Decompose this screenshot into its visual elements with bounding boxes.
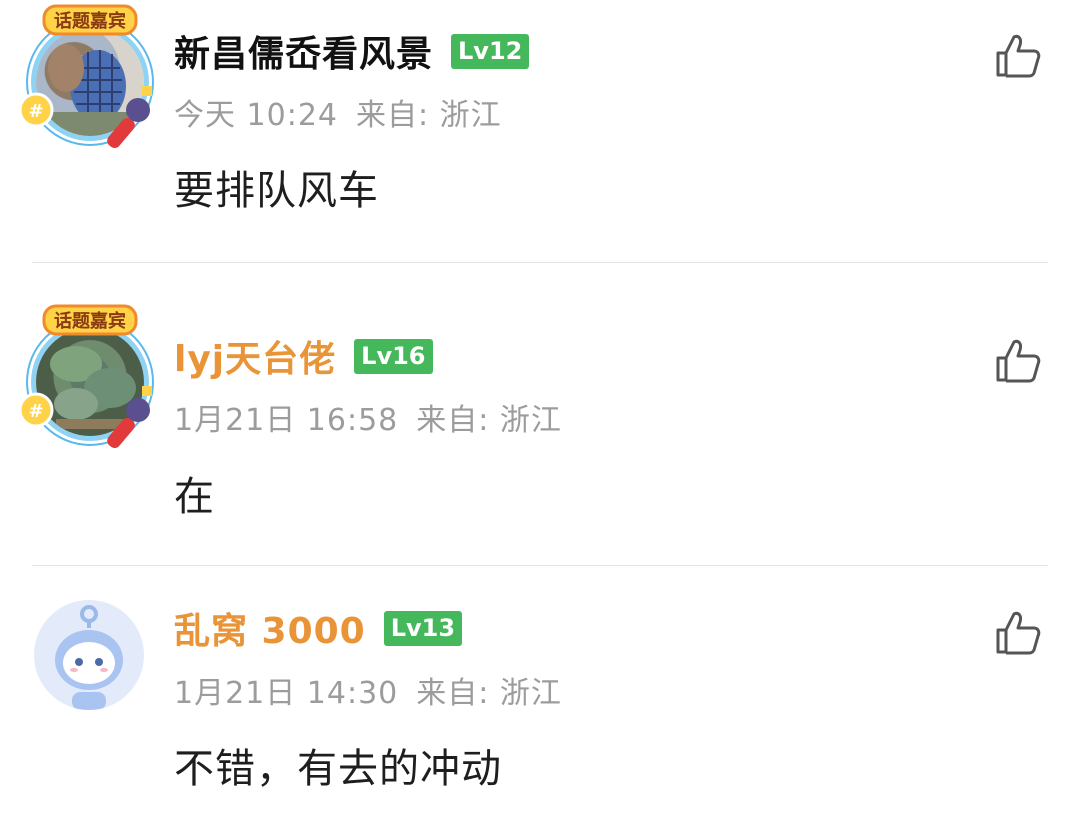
timestamp: 1月21日 16:58 (174, 403, 399, 438)
username-row: 新昌儒岙看风景 Lv12 (174, 25, 530, 77)
username[interactable]: 乱窝 3000 (174, 602, 366, 654)
divider (32, 262, 1048, 263)
thumbs-up-icon[interactable] (994, 336, 1042, 384)
timestamp: 1月21日 14:30 (174, 676, 399, 711)
location: 来自: 浙江 (416, 676, 562, 711)
comment-item: 话题嘉宾 # 新昌儒岙看风景 Lv12 今天 10:24 来自: 浙江 要排队风车 (0, 0, 1080, 262)
svg-text:#: # (28, 101, 43, 122)
comment-item: 乱窝 3000 Lv13 1月21日 14:30 来自: 浙江 不错，有去的冲动 (0, 600, 1080, 813)
topic-guest-badge-icon: 话题嘉宾 (42, 4, 138, 36)
location: 来自: 浙江 (356, 98, 502, 133)
divider (32, 565, 1048, 566)
level-badge: Lv16 (354, 338, 433, 374)
microphone-icon: # (18, 86, 152, 149)
comment-text: 不错，有去的冲动 (174, 746, 502, 792)
avatar[interactable]: 话题嘉宾 # (14, 300, 164, 450)
level-badge: Lv13 (383, 610, 463, 646)
svg-text:话题嘉宾: 话题嘉宾 (54, 310, 126, 332)
comment-text: 在 (174, 474, 215, 520)
level-badge: Lv12 (451, 33, 530, 69)
comment-meta: 1月21日 14:30 来自: 浙江 (174, 668, 562, 712)
comment-meta: 今天 10:24 来自: 浙江 (174, 90, 502, 134)
avatar[interactable]: 话题嘉宾 # (14, 0, 164, 150)
username-row: 乱窝 3000 Lv13 (174, 602, 463, 654)
svg-text:话题嘉宾: 话题嘉宾 (54, 10, 126, 32)
comment-item: 话题嘉宾 # lyj天台佬 Lv16 1月21日 16:58 来自: 浙江 在 (0, 300, 1080, 565)
comment-text: 要排队风车 (174, 168, 379, 214)
comment-meta: 1月21日 16:58 来自: 浙江 (174, 395, 562, 439)
thumbs-up-icon[interactable] (994, 31, 1042, 79)
topic-guest-badge-icon: 话题嘉宾 (42, 304, 138, 336)
username[interactable]: lyj天台佬 (174, 330, 336, 382)
microphone-icon: # (18, 386, 152, 449)
username[interactable]: 新昌儒岙看风景 (174, 25, 433, 77)
svg-text:#: # (28, 401, 43, 422)
location: 来自: 浙江 (416, 403, 562, 438)
username-row: lyj天台佬 Lv16 (174, 331, 433, 381)
default-avatar-icon (55, 605, 123, 710)
thumbs-up-icon[interactable] (994, 608, 1042, 656)
timestamp: 今天 10:24 (174, 98, 338, 133)
avatar[interactable] (34, 600, 144, 710)
